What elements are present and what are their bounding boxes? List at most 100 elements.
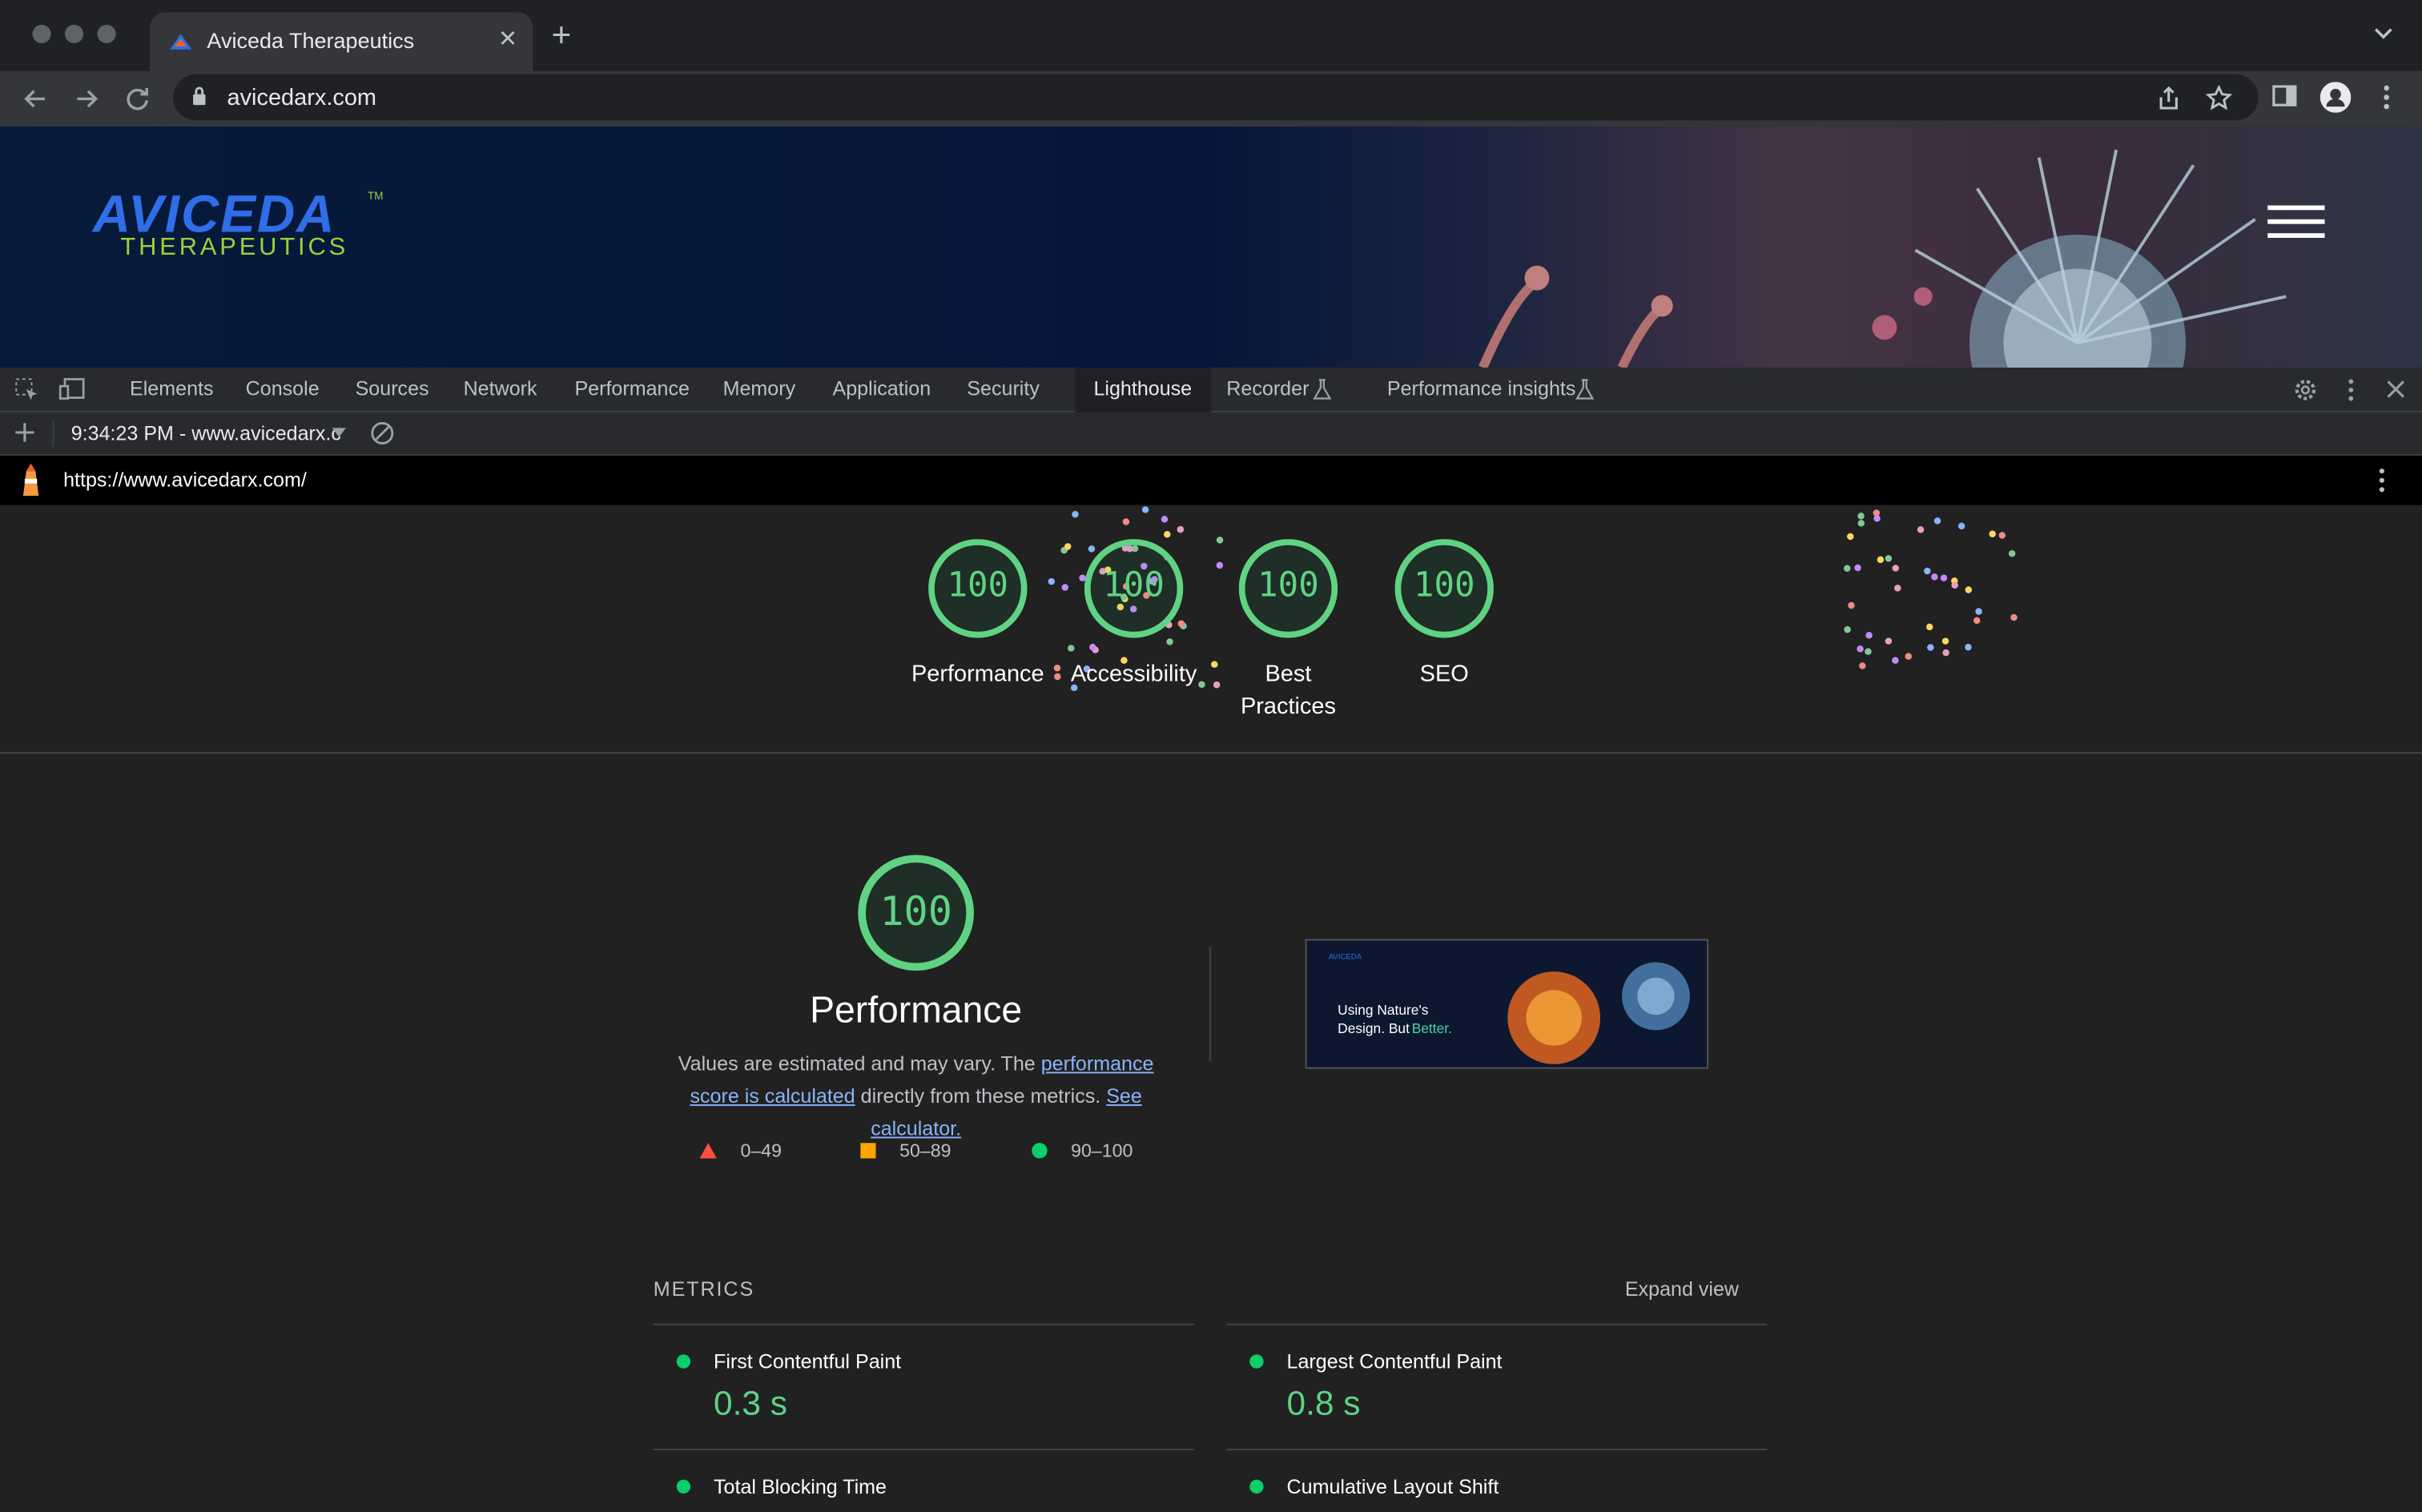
devtools-tab-sources[interactable]: Sources	[356, 377, 429, 400]
devtools-tab-lighthouse[interactable]: Lighthouse	[1075, 368, 1211, 414]
device-toolbar-icon[interactable]	[58, 377, 86, 402]
forward-arrow-icon[interactable]	[70, 82, 103, 115]
reload-icon[interactable]	[120, 82, 154, 115]
metric-name: Largest Contentful Paint	[1286, 1349, 1503, 1373]
close-tab-icon[interactable]: ✕	[498, 25, 517, 53]
legend-label: 0–49	[740, 1140, 782, 1162]
browser-tab[interactable]: Aviceda Therapeutics ✕	[150, 12, 533, 71]
new-tab-icon[interactable]: +	[552, 18, 572, 52]
devtools-more-icon[interactable]	[2342, 377, 2360, 404]
clear-reports-icon[interactable]	[369, 420, 396, 447]
site-favicon-icon	[170, 34, 192, 50]
devtools-close-icon[interactable]	[2385, 377, 2407, 404]
devtools-tab-performance-insights[interactable]: Performance insights	[1387, 377, 1576, 400]
side-panel-icon[interactable]	[2271, 82, 2299, 110]
confetti-dot	[1857, 645, 1864, 653]
confetti-dot	[1122, 518, 1130, 525]
share-icon[interactable]	[2156, 85, 2181, 111]
confetti-dot	[1973, 617, 1981, 625]
confetti-dot	[1061, 584, 1069, 591]
window-zoom-dot[interactable]	[97, 24, 116, 44]
insights-experiment-flask-icon	[1575, 379, 1595, 400]
screen: Aviceda Therapeutics ✕ + avicedarx.com A…	[0, 0, 2422, 1512]
logo-tagline: THERAPEUTICS	[120, 235, 349, 261]
confetti-dot	[1940, 574, 1948, 581]
metric-name: First Contentful Paint	[714, 1349, 902, 1373]
window-minimize-dot[interactable]	[65, 24, 84, 44]
metrics-rule	[1226, 1323, 1768, 1325]
scores-divider	[0, 752, 2422, 754]
confetti-dot	[1857, 513, 1865, 520]
window-close-dot[interactable]	[32, 24, 51, 44]
confetti-dot	[1216, 561, 1224, 569]
confetti-dot	[1854, 564, 1861, 572]
confetti-dot	[1942, 649, 1949, 657]
devtools-tab-console[interactable]: Console	[246, 377, 320, 400]
confetti-dot	[1865, 648, 1872, 655]
back-arrow-icon[interactable]	[18, 82, 52, 115]
confetti-dot	[1957, 522, 1965, 530]
confetti-dot	[1089, 643, 1096, 651]
confetti-dot	[1965, 586, 1973, 593]
site-header-banner: AVICEDA TM THERAPEUTICS	[0, 127, 2422, 368]
browser-menu-icon[interactable]	[2376, 82, 2397, 113]
address-bar[interactable]: avicedarx.com	[173, 74, 2259, 121]
devtools-tab-security[interactable]: Security	[967, 377, 1040, 400]
browser-toolbar: avicedarx.com	[0, 70, 2422, 127]
thumbnail-headline-2: Design. But	[1338, 1020, 1410, 1037]
bookmark-star-icon[interactable]	[2206, 85, 2232, 111]
profile-avatar-icon[interactable]	[2319, 82, 2352, 113]
confetti-dot	[1885, 555, 1893, 562]
report-selector[interactable]: 9:34:23 PM - www.avicedarx.c	[71, 422, 341, 445]
expand-view-toggle[interactable]: Expand view	[1625, 1277, 1739, 1301]
metrics-rule	[653, 1323, 1194, 1325]
logo-trademark: TM	[368, 191, 384, 203]
new-report-plus-icon[interactable]	[14, 422, 35, 444]
confetti-dot	[1931, 573, 1938, 581]
devtools-tab-application[interactable]: Application	[833, 377, 931, 400]
inspect-element-icon[interactable]	[14, 377, 38, 402]
pass-dot-icon	[676, 1354, 691, 1369]
desc-text: Values are estimated and may vary. The	[678, 1052, 1041, 1076]
confetti-dot	[1925, 623, 1933, 631]
confetti-dot	[1865, 631, 1873, 639]
devtools-tab-performance[interactable]: Performance	[574, 377, 690, 400]
metrics-heading: METRICS	[653, 1277, 755, 1301]
confetti-dot	[1924, 567, 1931, 575]
confetti-dot	[1843, 565, 1851, 572]
confetti-dot	[1216, 537, 1224, 544]
confetti-dot	[1885, 637, 1893, 645]
confetti-dot	[1164, 531, 1171, 538]
report-url-bar: https://www.avicedarx.com/	[0, 455, 2422, 505]
confetti-dot	[1064, 543, 1072, 550]
perfect-score-confetti	[1048, 506, 2018, 692]
metric-name: Cumulative Layout Shift	[1286, 1474, 1499, 1498]
confetti-dot	[1873, 509, 1881, 517]
devtools-tab-network[interactable]: Network	[464, 377, 537, 400]
confetti-dot	[1927, 644, 1934, 651]
lighthouse-toolbar: 9:34:23 PM - www.avicedarx.c	[0, 412, 2422, 456]
tab-title: Aviceda Therapeutics	[207, 27, 415, 53]
svg-text:AVICEDA: AVICEDA	[1329, 953, 1362, 962]
report-url[interactable]: https://www.avicedarx.com/	[63, 468, 307, 491]
confetti-dot	[1933, 517, 1941, 525]
toolbar-separator	[52, 420, 54, 447]
devtools-tab-recorder[interactable]: Recorder	[1226, 377, 1309, 400]
legend-pass: 90–100	[1032, 1140, 1133, 1161]
confetti-dot	[2010, 613, 2018, 621]
report-tools-menu-icon[interactable]	[2372, 466, 2391, 494]
devtools-tab-memory[interactable]: Memory	[723, 377, 796, 400]
report-dropdown-arrow-icon[interactable]	[332, 428, 347, 439]
confetti-dot	[1072, 510, 1079, 518]
pass-dot-icon	[676, 1479, 691, 1494]
confetti-dot	[1166, 638, 1173, 645]
final-screenshot-thumbnail[interactable]: AVICEDA Using Nature's Design. But Bette…	[1305, 939, 1709, 1069]
legend-average: 50–89	[860, 1140, 951, 1161]
score-value: 100	[1257, 566, 1319, 606]
devtools-settings-gear-icon[interactable]	[2292, 377, 2319, 404]
score-label: Performance	[911, 661, 1044, 688]
confetti-dot	[2008, 549, 2016, 557]
devtools-tab-elements[interactable]: Elements	[130, 377, 214, 400]
tab-search-chevron-icon[interactable]	[2372, 22, 2394, 43]
hamburger-menu-icon[interactable]	[2267, 203, 2325, 243]
